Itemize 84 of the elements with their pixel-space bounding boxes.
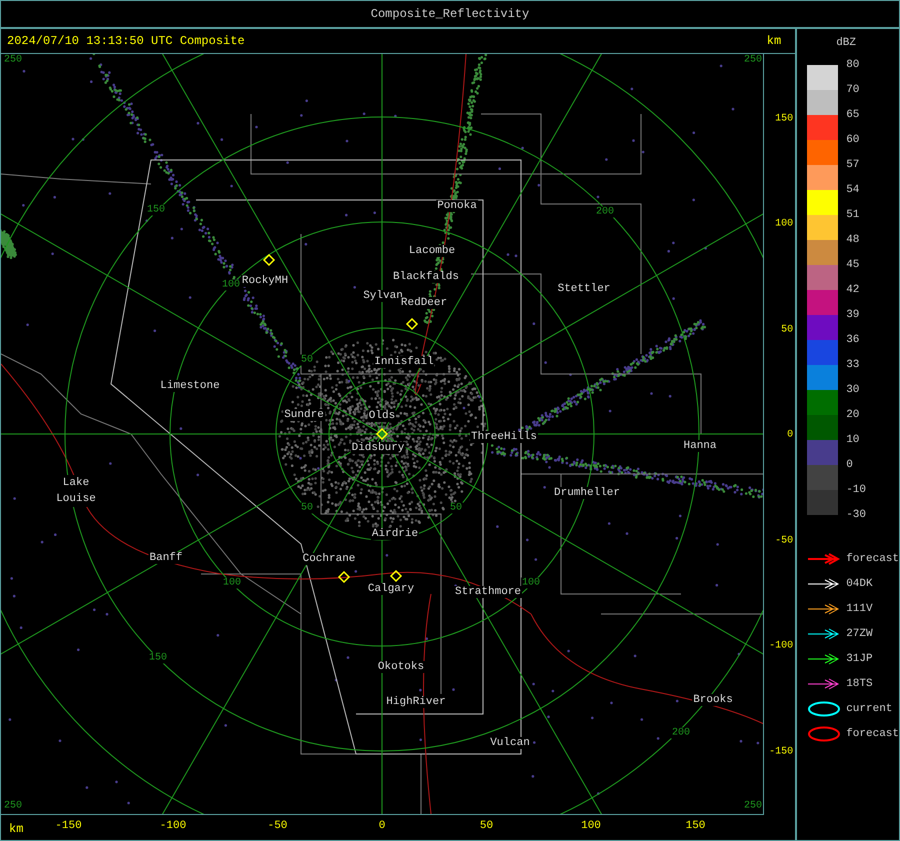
scale-label: 20 xyxy=(846,409,860,423)
axis-tick-label: 50 xyxy=(781,324,794,335)
axis-tick-label: 150 xyxy=(686,820,706,832)
scale-label: 42 xyxy=(846,284,860,298)
axis-tick-label: -150 xyxy=(769,746,794,757)
axis-tick-label: -150 xyxy=(55,820,82,832)
place-label: Limestone xyxy=(159,380,221,392)
diamond-icon xyxy=(376,428,388,440)
axis-tick-label: 0 xyxy=(787,430,794,440)
scale-label: 0 xyxy=(846,459,854,473)
legend-title: dBZ xyxy=(835,37,857,51)
place-label: HighRiver xyxy=(385,696,447,708)
range-label: 50 xyxy=(300,502,314,514)
axis-unit: km xyxy=(9,822,24,836)
legend-label: 31JP xyxy=(846,652,873,664)
place-label: Ponoka xyxy=(436,200,478,212)
legend-label: 04DK xyxy=(846,578,873,590)
range-label: 150 xyxy=(148,652,168,664)
range-label: 100 xyxy=(222,578,242,588)
axis-tick-label: 50 xyxy=(480,820,494,832)
place-label: Brooks xyxy=(692,694,734,706)
scale-label: 10 xyxy=(846,434,860,448)
scale-label: 80 xyxy=(846,59,860,73)
scale-label: 60 xyxy=(846,134,860,148)
scale-label: 39 xyxy=(846,309,860,323)
place-label: Didsbury xyxy=(350,442,406,454)
range-label: 100 xyxy=(221,280,241,290)
legend-label: forecast xyxy=(846,552,899,564)
place-label: Lake Louise xyxy=(55,475,97,507)
range-label: 50 xyxy=(449,502,463,514)
place-label: Drumheller xyxy=(553,487,621,499)
scale-label: 51 xyxy=(846,209,860,223)
scale-label: 65 xyxy=(846,109,860,123)
timestamp: 2024/07/10 13:13:50 UTC Composite xyxy=(7,34,245,48)
scale-label: 54 xyxy=(846,184,860,198)
place-label: Blackfalds xyxy=(392,271,460,283)
scale-label: 36 xyxy=(846,334,860,348)
range-label: 200 xyxy=(595,206,615,218)
place-label: Airdrie xyxy=(370,528,420,540)
scale-label: 33 xyxy=(846,359,860,373)
scale-label: 70 xyxy=(846,84,860,98)
legend-label: forecast xyxy=(846,728,899,740)
window-title: Composite_Reflectivity xyxy=(370,7,530,21)
range-label: 100 xyxy=(521,578,541,588)
axis-tick-label: -50 xyxy=(268,820,288,832)
place-label: Hanna xyxy=(682,440,718,452)
place-label: Sundre xyxy=(283,409,325,421)
place-label: Vulcan xyxy=(489,737,531,749)
place-label: Strathmore xyxy=(454,586,522,598)
range-label: 150 xyxy=(146,204,166,216)
scale-label: -30 xyxy=(846,509,866,523)
diamond-icon xyxy=(338,570,350,584)
place-label: Calgary xyxy=(366,583,416,595)
scale-label: 45 xyxy=(846,259,860,273)
legend-label: 27ZW xyxy=(846,628,873,640)
legend-label: 111V xyxy=(846,602,873,614)
diamond-icon xyxy=(406,318,418,330)
scale-label: -10 xyxy=(846,484,866,498)
diamond-icon xyxy=(262,254,276,266)
axis-unit: km xyxy=(766,34,782,48)
place-label: Cochrane xyxy=(302,553,356,565)
place-label: Olds xyxy=(368,410,396,422)
place-label: Okotoks xyxy=(376,661,426,673)
legend-label: current xyxy=(846,702,892,714)
axis-tick-label: -100 xyxy=(769,640,794,652)
range-label: 50 xyxy=(300,354,314,366)
scale-label: 30 xyxy=(846,384,860,398)
place-label: ThreeHills xyxy=(470,431,538,443)
range-label: 200 xyxy=(671,728,691,738)
scale-label: 57 xyxy=(846,159,860,173)
axis-tick-label: 150 xyxy=(775,113,794,124)
place-label: Lacombe xyxy=(408,245,456,257)
place-label: Banff xyxy=(148,552,184,564)
scale-label: 48 xyxy=(846,234,860,248)
axis-tick-label: 100 xyxy=(775,218,794,230)
axis-tick-label: 100 xyxy=(581,820,601,832)
place-label: RedDeer xyxy=(400,297,448,309)
legend-label: 18TS xyxy=(846,678,873,690)
axis-tick-label: 0 xyxy=(378,820,386,832)
place-label: RockyMH xyxy=(240,275,290,287)
place-label: Innisfail xyxy=(373,356,435,368)
axis-tick-label: -100 xyxy=(160,820,186,832)
diamond-icon xyxy=(390,570,402,582)
axis-tick-label: -50 xyxy=(775,535,794,546)
